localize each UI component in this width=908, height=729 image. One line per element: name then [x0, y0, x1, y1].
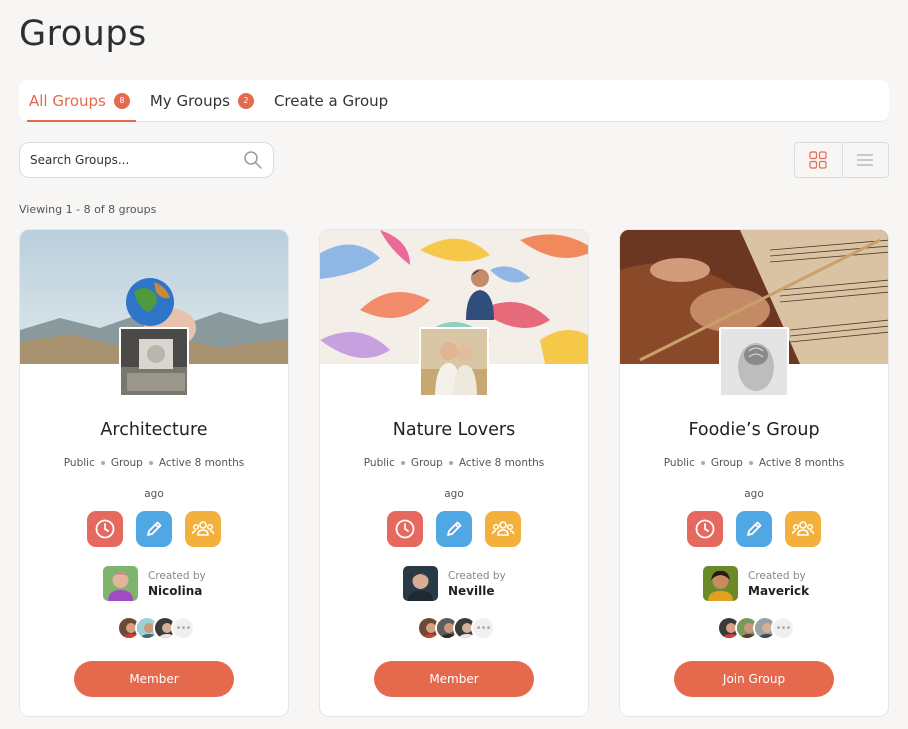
- group-activity-ago: ago: [744, 488, 764, 500]
- clock-button[interactable]: [87, 511, 123, 547]
- pencil-icon: [147, 521, 162, 536]
- group-avatar[interactable]: [419, 327, 489, 397]
- separator-dot: [748, 461, 753, 465]
- list-icon: [857, 154, 874, 166]
- members-icon: [791, 521, 815, 536]
- tab-label: My Groups: [149, 91, 230, 110]
- members-icon: [191, 521, 215, 536]
- member-button[interactable]: Member: [74, 661, 234, 697]
- grid-icon: [809, 151, 827, 169]
- group-card: Architecture Public Group Active 8 months …: [19, 229, 289, 717]
- group-activity: Active 8 months: [458, 457, 545, 469]
- pencil-icon: [747, 521, 762, 536]
- viewing-count: Viewing 1 - 8 of 8 groups: [19, 203, 157, 216]
- list-view-button[interactable]: [841, 143, 889, 177]
- edit-button[interactable]: [136, 511, 172, 547]
- tab-label: Create a Group: [273, 91, 389, 110]
- member-button[interactable]: Member: [374, 661, 534, 697]
- creator-name[interactable]: Nicolina: [148, 583, 206, 599]
- separator-dot: [100, 461, 105, 465]
- group-visibility: Public: [363, 457, 395, 469]
- group-card: Nature Lovers Public Group Active 8 months…: [319, 229, 589, 717]
- edit-button[interactable]: [436, 511, 472, 547]
- group-activity-ago: ago: [444, 488, 464, 500]
- page-title: Groups: [19, 14, 147, 54]
- members-button[interactable]: [185, 511, 221, 547]
- creator-name[interactable]: Maverick: [748, 583, 809, 599]
- more-members-icon[interactable]: •••: [171, 616, 195, 640]
- clock-icon: [395, 519, 415, 539]
- member-avatars: •••: [717, 616, 795, 640]
- separator-dot: [700, 461, 705, 465]
- edit-button[interactable]: [736, 511, 772, 547]
- group-name[interactable]: Architecture: [20, 420, 288, 440]
- group-visibility: Public: [63, 457, 95, 469]
- tab-create-group[interactable]: Create a Group: [274, 80, 388, 121]
- grid-view-button[interactable]: [795, 143, 842, 177]
- separator-dot: [400, 461, 405, 465]
- clock-icon: [95, 519, 115, 539]
- members-icon: [491, 521, 515, 536]
- group-activity: Active 8 months: [758, 457, 845, 469]
- tab-label: All Groups: [29, 91, 106, 110]
- creator-avatar[interactable]: [703, 566, 738, 601]
- group-activity-ago: ago: [144, 488, 164, 500]
- member-avatars: •••: [417, 616, 495, 640]
- group-meta: Public Group Active 8 months: [620, 457, 888, 469]
- group-actions: [687, 511, 821, 547]
- view-toggle: [794, 142, 889, 178]
- count-badge: 2: [237, 92, 254, 109]
- group-actions: [387, 511, 521, 547]
- group-avatar[interactable]: [719, 327, 789, 397]
- join-group-button[interactable]: Join Group: [674, 661, 834, 697]
- more-members-icon[interactable]: •••: [471, 616, 495, 640]
- created-by-label: Created by: [148, 569, 206, 582]
- group-name[interactable]: Foodie’s Group: [620, 420, 888, 440]
- members-button[interactable]: [485, 511, 521, 547]
- clock-icon: [695, 519, 715, 539]
- group-activity: Active 8 months: [158, 457, 245, 469]
- clock-button[interactable]: [687, 511, 723, 547]
- group-avatar[interactable]: [119, 327, 189, 397]
- members-button[interactable]: [785, 511, 821, 547]
- group-type: Group: [110, 457, 143, 469]
- member-avatars: •••: [117, 616, 195, 640]
- group-meta: Public Group Active 8 months: [20, 457, 288, 469]
- tab-all-groups[interactable]: All Groups 8: [27, 80, 136, 122]
- search-input[interactable]: [30, 153, 243, 167]
- group-type: Group: [410, 457, 443, 469]
- created-by-label: Created by: [748, 569, 806, 582]
- tab-my-groups[interactable]: My Groups 2: [150, 80, 254, 121]
- group-creator: Created by Maverick: [703, 566, 809, 601]
- group-actions: [87, 511, 221, 547]
- group-creator: Created by Nicolina: [103, 566, 206, 601]
- group-type: Group: [710, 457, 743, 469]
- created-by-label: Created by: [448, 569, 506, 582]
- group-card: Foodie’s Group Public Group Active 8 month…: [619, 229, 889, 717]
- group-tabs: All Groups 8 My Groups 2 Create a Group: [19, 80, 889, 122]
- group-name[interactable]: Nature Lovers: [320, 420, 588, 440]
- separator-dot: [448, 461, 453, 465]
- more-members-icon[interactable]: •••: [771, 616, 795, 640]
- pencil-icon: [447, 521, 462, 536]
- search-icon[interactable]: [243, 150, 263, 170]
- group-creator: Created by Neville: [403, 566, 506, 601]
- clock-button[interactable]: [387, 511, 423, 547]
- group-visibility: Public: [663, 457, 695, 469]
- creator-avatar[interactable]: [103, 566, 138, 601]
- group-meta: Public Group Active 8 months: [320, 457, 588, 469]
- search-box: [19, 142, 274, 178]
- creator-avatar[interactable]: [403, 566, 438, 601]
- separator-dot: [148, 461, 153, 465]
- creator-name[interactable]: Neville: [448, 583, 506, 599]
- count-badge: 8: [113, 92, 130, 109]
